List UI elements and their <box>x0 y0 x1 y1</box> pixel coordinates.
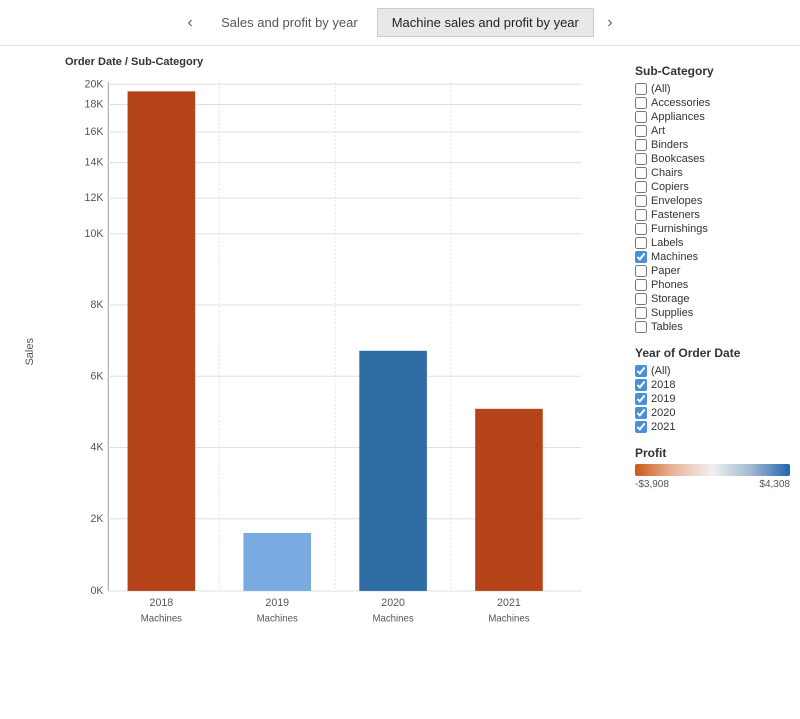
subcategory-item-art[interactable]: Art <box>635 124 790 138</box>
tab-machine-sales[interactable]: Machine sales and profit by year <box>377 8 594 37</box>
subcategory-item-supplies[interactable]: Supplies <box>635 306 790 320</box>
year-checkbox-2021[interactable] <box>635 421 647 433</box>
subcategory-checkbox-paper[interactable] <box>635 265 647 277</box>
year-item-2018[interactable]: 2018 <box>635 378 790 392</box>
subcategory-checkbox-supplies[interactable] <box>635 307 647 319</box>
subcategory-item-labels[interactable]: Labels <box>635 236 790 250</box>
header-nav: ‹ Sales and profit by year Machine sales… <box>0 0 800 46</box>
subcategory-checkbox-furnishings[interactable] <box>635 223 647 235</box>
subcategory-item-accessories[interactable]: Accessories <box>635 96 790 110</box>
subcategory-checkbox-storage[interactable] <box>635 293 647 305</box>
subcategory-checkbox-machines[interactable] <box>635 251 647 263</box>
svg-text:0K: 0K <box>90 585 104 597</box>
profit-labels: -$3,908 $4,308 <box>635 479 790 490</box>
bar-2021[interactable] <box>475 409 543 591</box>
svg-text:Machines: Machines <box>372 613 413 624</box>
year-checkbox-2020[interactable] <box>635 407 647 419</box>
subcategory-checkbox-labels[interactable] <box>635 237 647 249</box>
year-item-2021[interactable]: 2021 <box>635 420 790 434</box>
bar-2018[interactable] <box>128 91 196 591</box>
profit-gradient <box>635 464 790 476</box>
profit-title: Profit <box>635 446 790 460</box>
bar-2020[interactable] <box>359 351 427 591</box>
year-filter-list: (All)2018201920202021 <box>635 364 790 434</box>
chart-area: Order Date / Sub-Category Sales 0K 2K <box>0 46 630 715</box>
svg-text:2K: 2K <box>90 513 104 525</box>
svg-text:Machines: Machines <box>257 613 298 624</box>
next-arrow[interactable]: › <box>598 11 622 35</box>
svg-text:2020: 2020 <box>381 597 405 609</box>
tab-sales-profit[interactable]: Sales and profit by year <box>206 8 373 37</box>
subcategory-item-tables[interactable]: Tables <box>635 320 790 334</box>
subcategory-checkbox-chairs[interactable] <box>635 167 647 179</box>
subcategory-item-copiers[interactable]: Copiers <box>635 180 790 194</box>
subcategory-item-storage[interactable]: Storage <box>635 292 790 306</box>
svg-text:18K: 18K <box>85 98 105 110</box>
subcategory-item-phones[interactable]: Phones <box>635 278 790 292</box>
year-checkbox-2018[interactable] <box>635 379 647 391</box>
subcategory-item-machines[interactable]: Machines <box>635 250 790 264</box>
chart-svg: 0K 2K 4K 6K 8K 10K 12K <box>60 72 620 652</box>
subcategory-checkbox-binders[interactable] <box>635 139 647 151</box>
subcategory-item-paper[interactable]: Paper <box>635 264 790 278</box>
subcategory-checkbox-bookcases[interactable] <box>635 153 647 165</box>
subcategory-item-appliances[interactable]: Appliances <box>635 110 790 124</box>
subcategory-item-bookcases[interactable]: Bookcases <box>635 152 790 166</box>
svg-text:Machines: Machines <box>488 613 529 624</box>
year-item-(all)[interactable]: (All) <box>635 364 790 378</box>
prev-arrow[interactable]: ‹ <box>178 11 202 35</box>
svg-text:Machines: Machines <box>141 613 182 624</box>
profit-min: -$3,908 <box>635 479 669 490</box>
chart-container: Sales 0K 2K 4K 6K <box>20 72 620 652</box>
svg-text:6K: 6K <box>90 370 104 382</box>
subcategory-checkbox-phones[interactable] <box>635 279 647 291</box>
svg-text:4K: 4K <box>90 441 104 453</box>
svg-text:14K: 14K <box>85 156 105 168</box>
chart-title: Order Date / Sub-Category <box>20 56 620 68</box>
subcategory-checkbox-art[interactable] <box>635 125 647 137</box>
subcategory-item-binders[interactable]: Binders <box>635 138 790 152</box>
svg-text:2018: 2018 <box>150 597 174 609</box>
subcategory-checkbox-envelopes[interactable] <box>635 195 647 207</box>
main-content: Order Date / Sub-Category Sales 0K 2K <box>0 46 800 715</box>
sidebar: Sub-Category (All)AccessoriesAppliancesA… <box>630 46 800 715</box>
profit-legend: -$3,908 $4,308 <box>635 464 790 490</box>
subcategory-item--all-[interactable]: (All) <box>635 82 790 96</box>
year-item-2019[interactable]: 2019 <box>635 392 790 406</box>
subcategory-checkbox-copiers[interactable] <box>635 181 647 193</box>
year-checkbox-(all)[interactable] <box>635 365 647 377</box>
subcategory-item-furnishings[interactable]: Furnishings <box>635 222 790 236</box>
svg-text:2019: 2019 <box>265 597 289 609</box>
svg-text:8K: 8K <box>90 299 104 311</box>
year-title: Year of Order Date <box>635 346 790 360</box>
subcategory-checkbox-tables[interactable] <box>635 321 647 333</box>
bar-2019[interactable] <box>243 533 311 591</box>
subcategory-filter-list: (All)AccessoriesAppliancesArtBindersBook… <box>635 82 790 334</box>
svg-text:16K: 16K <box>85 126 105 138</box>
subcategory-checkbox-fasteners[interactable] <box>635 209 647 221</box>
subcategory-title: Sub-Category <box>635 64 790 78</box>
year-checkbox-2019[interactable] <box>635 393 647 405</box>
svg-text:12K: 12K <box>85 192 105 204</box>
subcategory-item-chairs[interactable]: Chairs <box>635 166 790 180</box>
subcategory-item-fasteners[interactable]: Fasteners <box>635 208 790 222</box>
svg-text:10K: 10K <box>85 228 105 240</box>
subcategory-item-envelopes[interactable]: Envelopes <box>635 194 790 208</box>
y-axis-label: Sales <box>24 338 36 366</box>
profit-max: $4,308 <box>759 479 790 490</box>
subcategory-checkbox-accessories[interactable] <box>635 97 647 109</box>
year-item-2020[interactable]: 2020 <box>635 406 790 420</box>
svg-text:20K: 20K <box>85 78 105 90</box>
subcategory-checkbox-(all)[interactable] <box>635 83 647 95</box>
svg-text:2021: 2021 <box>497 597 521 609</box>
subcategory-checkbox-appliances[interactable] <box>635 111 647 123</box>
